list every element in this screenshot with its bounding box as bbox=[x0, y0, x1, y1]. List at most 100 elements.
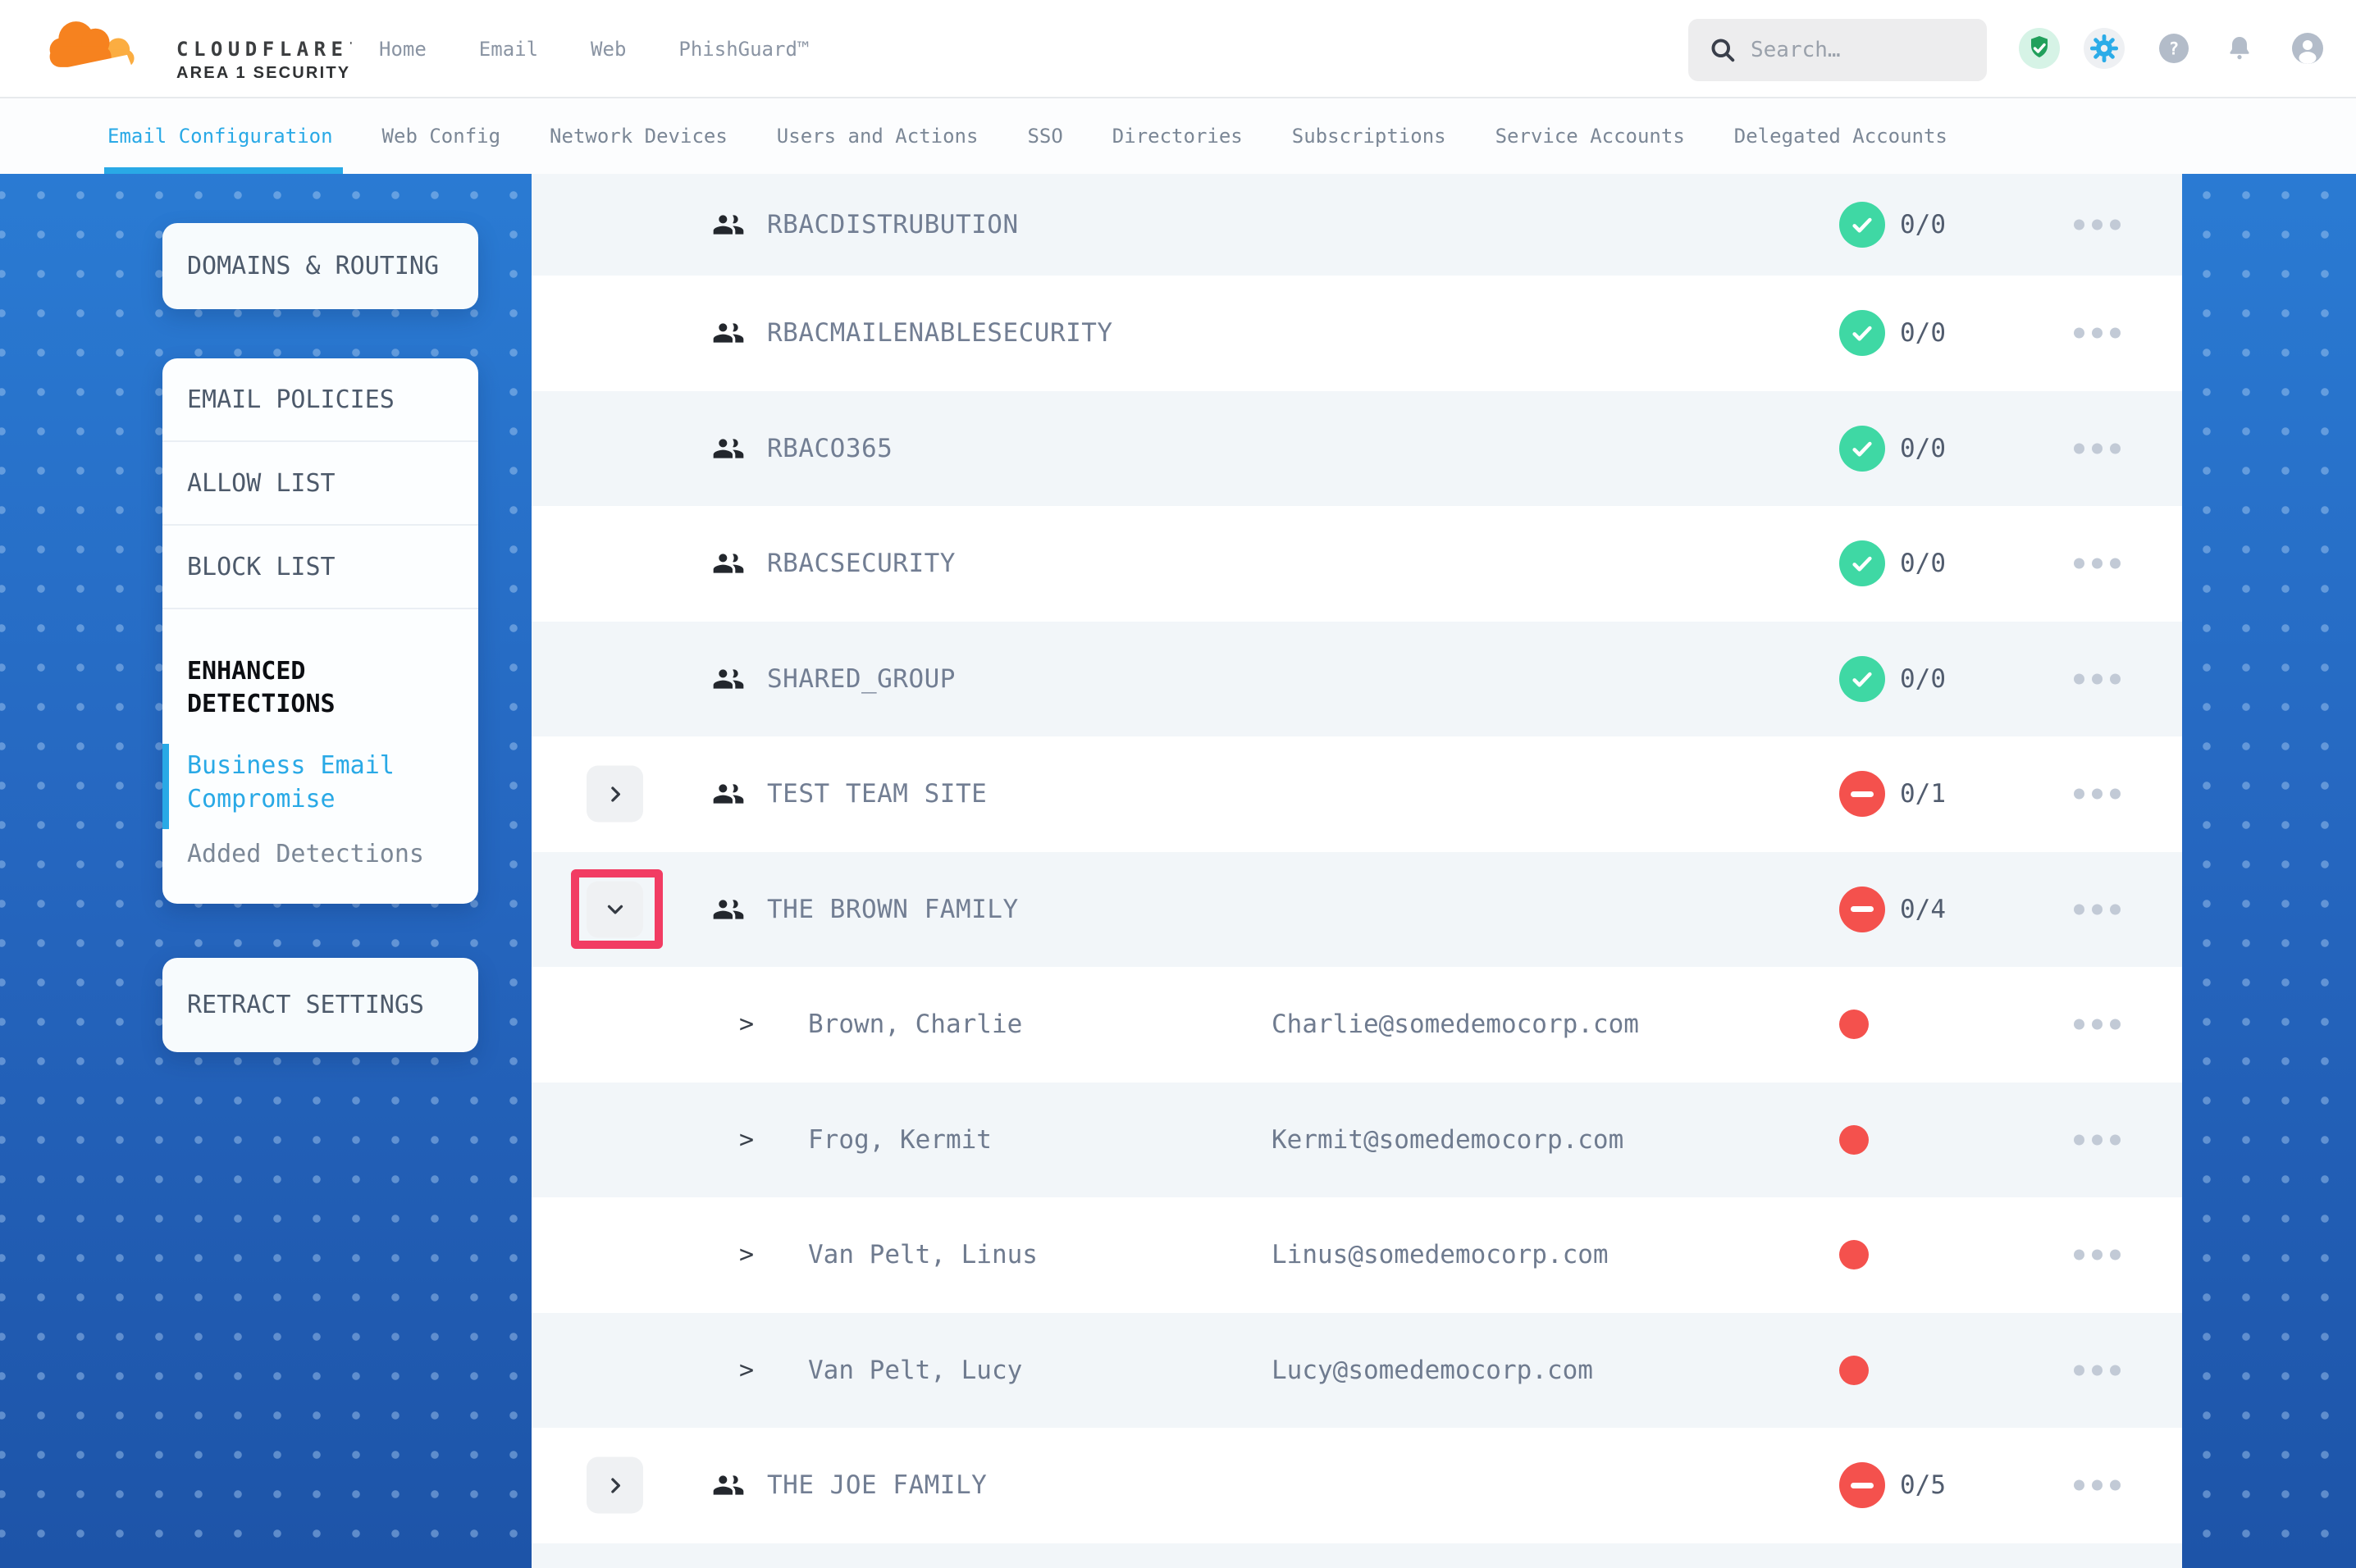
member-count: 0/0 bbox=[1900, 664, 1946, 694]
tab-users-and-actions[interactable]: Users and Actions bbox=[777, 98, 979, 174]
group-people-icon bbox=[710, 1469, 747, 1502]
group-row[interactable]: THE JOE FAMILY 0/5 bbox=[532, 1428, 2182, 1543]
sidebar-item-retract-settings[interactable]: RETRACT SETTINGS bbox=[162, 958, 478, 1052]
brand-name: CLOUDFLARE' bbox=[176, 38, 354, 62]
member-row[interactable]: > Van Pelt, Linus Linus@somedemocorp.com bbox=[532, 1197, 2182, 1313]
settings-gear-icon[interactable] bbox=[2084, 28, 2125, 69]
member-email: Kermit@somedemocorp.com bbox=[1272, 1125, 1623, 1155]
status-badge bbox=[1839, 202, 1885, 248]
minus-icon bbox=[1851, 906, 1874, 912]
section-tabs: Email Configuration Web Config Network Dev… bbox=[0, 98, 2356, 174]
status-badge bbox=[1839, 426, 1885, 472]
member-row[interactable]: > Brown, Charlie Charlie@somedemocorp.co… bbox=[532, 967, 2182, 1083]
section-links: Business Email Compromise Added Detection… bbox=[187, 749, 457, 871]
member-row[interactable]: > Frog, Kermit Kermit@somedemocorp.com bbox=[532, 1083, 2182, 1198]
row-menu-button[interactable] bbox=[2071, 896, 2124, 923]
topnav-item-home[interactable]: Home bbox=[379, 38, 427, 61]
tab-service-accounts[interactable]: Service Accounts bbox=[1495, 98, 1685, 174]
row-menu-button[interactable] bbox=[2071, 781, 2124, 808]
tab-network-devices[interactable]: Network Devices bbox=[550, 98, 728, 174]
status-badge bbox=[1839, 1462, 1885, 1508]
group-name: THE BROWN FAMILY bbox=[767, 895, 1019, 924]
group-people-icon bbox=[710, 777, 747, 810]
status-badge bbox=[1839, 887, 1885, 932]
svg-text:?: ? bbox=[2169, 39, 2180, 59]
group-row[interactable]: RBACDISTRUBUTION 0/0 bbox=[532, 174, 2182, 276]
group-people-icon bbox=[710, 432, 747, 465]
sidebar-item-domains-routing[interactable]: DOMAINS & ROUTING bbox=[162, 223, 478, 309]
minus-icon bbox=[1851, 791, 1874, 797]
row-menu-button[interactable] bbox=[2071, 665, 2124, 692]
row-partial bbox=[532, 1543, 2182, 1568]
cloudflare-logo[interactable]: CLOUDFLARE' AREA 1 SECURITY bbox=[43, 8, 322, 90]
tab-subscriptions[interactable]: Subscriptions bbox=[1292, 98, 1446, 174]
status-dot bbox=[1839, 1010, 1869, 1039]
row-menu-button[interactable] bbox=[2071, 435, 2124, 462]
row-menu-button[interactable] bbox=[2071, 1126, 2124, 1153]
member-name: Frog, Kermit bbox=[808, 1125, 992, 1155]
row-menu-button[interactable] bbox=[2071, 550, 2124, 577]
tab-web-config[interactable]: Web Config bbox=[382, 98, 501, 174]
group-row[interactable]: RBACMAILENABLESECURITY 0/0 bbox=[532, 276, 2182, 391]
sidebar-item-email-policies[interactable]: EMAIL POLICIES bbox=[162, 358, 478, 442]
check-icon bbox=[1849, 666, 1875, 692]
member-name: Van Pelt, Lucy bbox=[808, 1356, 1022, 1385]
row-menu-button[interactable] bbox=[2071, 212, 2124, 239]
tab-directories[interactable]: Directories bbox=[1112, 98, 1243, 174]
group-row[interactable]: RBACO365 0/0 bbox=[532, 391, 2182, 507]
expand-toggle-button[interactable] bbox=[587, 881, 643, 937]
top-nav: Home Email Web PhishGuard™ bbox=[379, 0, 809, 98]
group-row[interactable]: THE BROWN FAMILY 0/4 bbox=[532, 852, 2182, 968]
topnav-item-web[interactable]: Web bbox=[591, 38, 626, 61]
member-name: Brown, Charlie bbox=[808, 1010, 1022, 1039]
chevron-icon bbox=[603, 897, 628, 922]
tab-delegated-accounts[interactable]: Delegated Accounts bbox=[1734, 98, 1947, 174]
tab-email-configuration[interactable]: Email Configuration bbox=[107, 98, 333, 174]
group-row[interactable]: RBACSECURITY 0/0 bbox=[532, 506, 2182, 622]
security-shield-icon[interactable] bbox=[2019, 28, 2060, 69]
account-avatar-icon[interactable] bbox=[2292, 33, 2323, 64]
chevron-right-icon: > bbox=[739, 1356, 754, 1384]
chevron-right-icon: > bbox=[739, 1241, 754, 1269]
group-name: THE JOE FAMILY bbox=[767, 1470, 987, 1500]
group-row[interactable]: SHARED_GROUP 0/0 bbox=[532, 622, 2182, 737]
notifications-bell-icon[interactable] bbox=[2225, 34, 2254, 63]
sidebar-item-block-list[interactable]: BLOCK LIST bbox=[162, 526, 478, 609]
member-email: Linus@somedemocorp.com bbox=[1272, 1240, 1609, 1269]
expand-toggle-button[interactable] bbox=[587, 766, 643, 823]
member-email: Charlie@somedemocorp.com bbox=[1272, 1010, 1639, 1039]
group-people-icon bbox=[710, 208, 747, 241]
topnav-item-email[interactable]: Email bbox=[479, 38, 538, 61]
topnav-item-phishguard[interactable]: PhishGuard™ bbox=[678, 38, 809, 61]
group-row[interactable]: TEST TEAM SITE 0/1 bbox=[532, 736, 2182, 852]
search-input[interactable] bbox=[1751, 38, 1956, 62]
search-icon bbox=[1708, 35, 1737, 65]
expand-toggle-button[interactable] bbox=[587, 1457, 643, 1514]
tab-sso[interactable]: SSO bbox=[1027, 98, 1062, 174]
check-icon bbox=[1849, 320, 1875, 346]
member-count: 0/0 bbox=[1900, 434, 1946, 463]
sidebar-item-allow-list[interactable]: ALLOW LIST bbox=[162, 442, 478, 526]
member-row[interactable]: > Van Pelt, Lucy Lucy@somedemocorp.com bbox=[532, 1313, 2182, 1429]
group-people-icon bbox=[710, 893, 747, 926]
row-menu-button[interactable] bbox=[2071, 320, 2124, 347]
status-badge bbox=[1839, 310, 1885, 356]
sidebar-link-added-detections[interactable]: Added Detections bbox=[187, 837, 457, 871]
help-icon[interactable]: ? bbox=[2159, 34, 2189, 63]
brand-subname: AREA 1 SECURITY bbox=[176, 64, 350, 83]
cloudflare-cloud-icon bbox=[43, 15, 139, 74]
member-count: 0/1 bbox=[1900, 779, 1946, 809]
row-menu-button[interactable] bbox=[2071, 1472, 2124, 1499]
status-badge bbox=[1839, 656, 1885, 702]
sidebar-item-label: RETRACT SETTINGS bbox=[187, 991, 424, 1019]
row-menu-button[interactable] bbox=[2071, 1356, 2124, 1383]
search-box[interactable] bbox=[1688, 19, 1987, 81]
chevron-icon bbox=[603, 782, 628, 806]
member-email: Lucy@somedemocorp.com bbox=[1272, 1356, 1593, 1385]
row-menu-button[interactable] bbox=[2071, 1011, 2124, 1038]
sidebar-policies-card: EMAIL POLICIESALLOW LISTBLOCK LIST ENHAN… bbox=[162, 358, 478, 904]
sidebar-link-business-email-compromise[interactable]: Business Email Compromise bbox=[187, 749, 457, 816]
check-icon bbox=[1849, 212, 1875, 238]
group-name: SHARED_GROUP bbox=[767, 664, 956, 694]
row-menu-button[interactable] bbox=[2071, 1242, 2124, 1269]
